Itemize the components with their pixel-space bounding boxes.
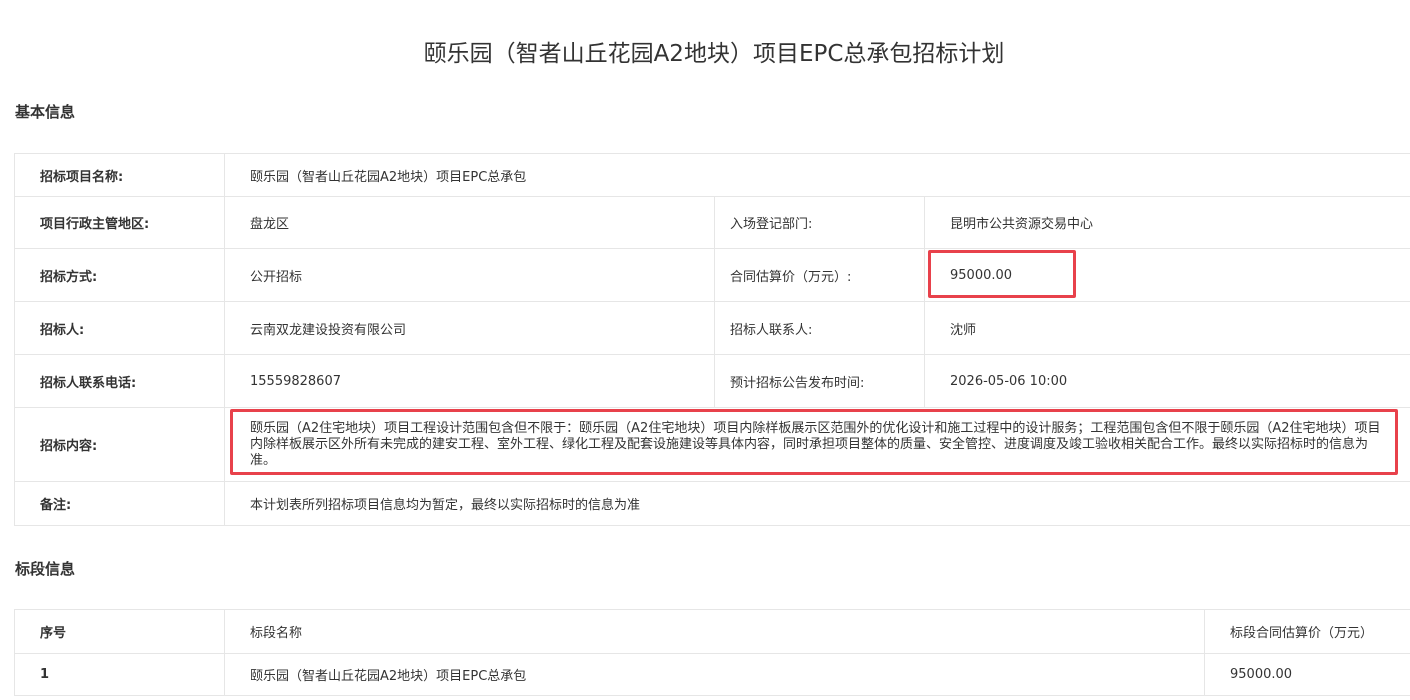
segment-estimate-header: 标段合同估算价（万元） [1204,609,1410,654]
table-row: 招标方式: 公开招标 合同估算价（万元）: 95000.00 [14,248,1410,302]
announce-time-label: 预计招标公告发布时间: [714,354,925,408]
segment-info-heading: 标段信息 [15,560,76,578]
contract-estimate-value: 95000.00 [924,248,1410,302]
table-row: 备注: 本计划表所列招标项目信息均为暂定，最终以实际招标时的信息为准 [14,481,1410,526]
tenderer-value: 云南双龙建设投资有限公司 [224,301,715,355]
tenderer-contact-value: 沈师 [924,301,1410,355]
table-row: 项目行政主管地区: 盘龙区 入场登记部门: 昆明市公共资源交易中心 [14,196,1410,249]
admin-region-label: 项目行政主管地区: [14,196,225,249]
table-header-row: 序号 标段名称 标段合同估算价（万元） [14,609,1410,654]
segment-index-cell: 1 [14,653,225,696]
basic-info-heading: 基本信息 [15,103,76,121]
registration-dept-value: 昆明市公共资源交易中心 [924,196,1410,249]
table-row: 1 颐乐园（智者山丘花园A2地块）项目EPC总承包 95000.00 [14,653,1410,696]
table-row: 招标内容: 颐乐园（A2住宅地块）项目工程设计范围包含但不限于：颐乐园（A2住宅… [14,407,1410,482]
segment-name-cell: 颐乐园（智者山丘花园A2地块）项目EPC总承包 [224,653,1205,696]
project-name-label: 招标项目名称: [14,153,225,197]
admin-region-value: 盘龙区 [224,196,715,249]
tenderer-phone-label: 招标人联系电话: [14,354,225,408]
segment-estimate-cell: 95000.00 [1204,653,1410,696]
tender-content-label: 招标内容: [14,407,225,482]
registration-dept-label: 入场登记部门: [714,196,925,249]
segment-index-header: 序号 [14,609,225,654]
tender-plan-page: 颐乐园（智者山丘花园A2地块）项目EPC总承包招标计划 基本信息 招标项目名称:… [0,0,1410,700]
remarks-value: 本计划表所列招标项目信息均为暂定，最终以实际招标时的信息为准 [224,481,1410,526]
tender-method-label: 招标方式: [14,248,225,302]
segment-info-table: 序号 标段名称 标段合同估算价（万元） 1 颐乐园（智者山丘花园A2地块）项目E… [14,609,1410,696]
project-name-value: 颐乐园（智者山丘花园A2地块）项目EPC总承包 [224,153,1410,197]
basic-info-table: 招标项目名称: 颐乐园（智者山丘花园A2地块）项目EPC总承包 项目行政主管地区… [14,153,1410,526]
contract-estimate-label: 合同估算价（万元）: [714,248,925,302]
tenderer-phone-value: 15559828607 [224,354,715,408]
segment-name-header: 标段名称 [224,609,1205,654]
table-row: 招标项目名称: 颐乐园（智者山丘花园A2地块）项目EPC总承包 [14,153,1410,197]
tenderer-label: 招标人: [14,301,225,355]
page-title: 颐乐园（智者山丘花园A2地块）项目EPC总承包招标计划 [423,41,1005,67]
announce-time-value: 2026-05-06 10:00 [924,354,1410,408]
tender-content-value: 颐乐园（A2住宅地块）项目工程设计范围包含但不限于：颐乐园（A2住宅地块）项目内… [224,407,1410,482]
tenderer-contact-label: 招标人联系人: [714,301,925,355]
tender-method-value: 公开招标 [224,248,715,302]
table-row: 招标人: 云南双龙建设投资有限公司 招标人联系人: 沈师 [14,301,1410,355]
remarks-label: 备注: [14,481,225,526]
table-row: 招标人联系电话: 15559828607 预计招标公告发布时间: 2026-05… [14,354,1410,408]
